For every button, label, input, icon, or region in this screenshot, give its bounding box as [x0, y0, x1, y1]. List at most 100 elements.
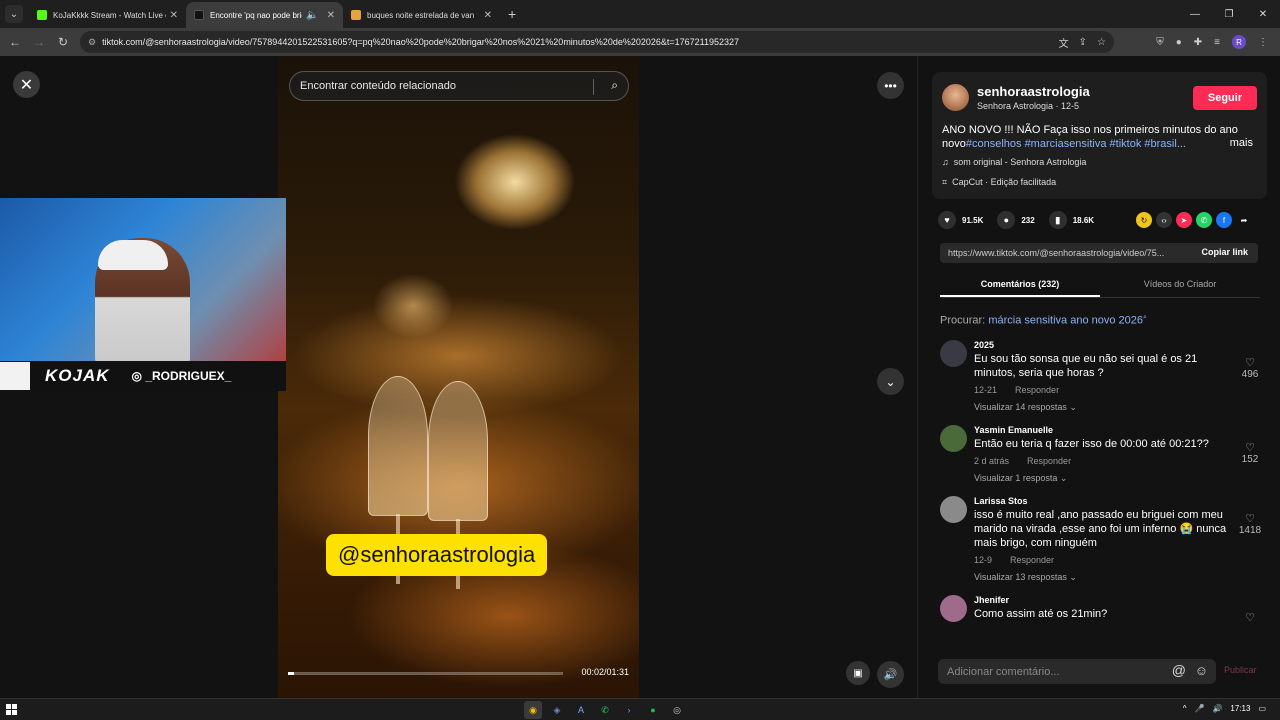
commenter-avatar[interactable]	[940, 340, 967, 367]
discord-icon[interactable]: ◈	[548, 701, 566, 719]
back-icon[interactable]: ←	[3, 35, 27, 49]
new-tab-button[interactable]: +	[508, 6, 516, 22]
follow-button[interactable]: Seguir	[1193, 86, 1257, 110]
capcut-row[interactable]: ⌗ CapCut · Edição facilitada	[942, 177, 1056, 188]
forward-icon[interactable]: →	[27, 35, 51, 49]
search-icon[interactable]: ⌕	[611, 78, 618, 93]
close-tab-icon[interactable]: ✕	[327, 10, 335, 21]
close-window-icon[interactable]: ✕	[1246, 0, 1280, 28]
more-link[interactable]: mais	[1230, 137, 1253, 149]
commenter-avatar[interactable]	[940, 425, 967, 452]
copy-link-button[interactable]: Copiar link	[1201, 247, 1248, 257]
spotify-icon[interactable]: ●	[644, 701, 662, 719]
commenter-name[interactable]: Yasmin Emanuelle	[974, 425, 1265, 435]
search-suggestion[interactable]: Procurar: márcia sensitiva ano novo 2026…	[940, 314, 1147, 327]
close-tab-icon[interactable]: ✕	[484, 10, 492, 21]
hashtags[interactable]: #conselhos #marciasensitiva #tiktok #bra…	[966, 138, 1186, 150]
shield-icon[interactable]: ⛨	[1156, 37, 1164, 48]
terminal-icon[interactable]: ›	[620, 701, 638, 719]
comment-like[interactable]: ♡ 1418	[1235, 512, 1265, 536]
tab-search-button[interactable]: ⌄	[5, 5, 23, 23]
comment-text: Eu sou tão sonsa que eu não sei qual é o…	[974, 353, 1198, 379]
share-arrow-icon[interactable]: ➦	[1236, 212, 1252, 228]
puzzle-icon[interactable]: ✚	[1194, 37, 1202, 48]
reply-button[interactable]: Responder	[1015, 385, 1059, 395]
translate-icon[interactable]: 文	[1059, 35, 1069, 50]
close-icon[interactable]: ✕	[13, 71, 40, 98]
mention-icon[interactable]: @	[1172, 662, 1186, 678]
tab-comments[interactable]: Comentários (232)	[940, 275, 1100, 297]
author-name[interactable]: senhoraastrologia	[977, 84, 1090, 99]
whatsapp-taskbar-icon[interactable]: ✆	[596, 701, 614, 719]
install-icon[interactable]: ⇪	[1079, 37, 1087, 48]
restore-icon[interactable]: ❐	[1212, 0, 1246, 28]
pip-icon[interactable]: ▣	[846, 661, 870, 685]
bookmark-star-icon[interactable]: ☆	[1097, 37, 1106, 48]
url-text: tiktok.com/@senhoraastrologia/video/7578…	[102, 37, 740, 47]
a-app-icon[interactable]: A	[572, 701, 590, 719]
whatsapp-icon[interactable]: ✆	[1196, 212, 1212, 228]
commenter-name[interactable]: Larissa Stos	[974, 496, 1265, 506]
commenter-avatar[interactable]	[940, 496, 967, 523]
reload-icon[interactable]: ↻	[51, 35, 75, 49]
comment-item: Yasmin Emanuelle Então eu teria q fazer …	[940, 425, 1265, 484]
related-search-input[interactable]: Encontrar conteúdo relacionado ⌕	[289, 71, 629, 101]
view-replies-button[interactable]: Visualizar 1 resposta ⌄	[974, 473, 1265, 484]
browser-tab-2[interactable]: buques noite estrelada de van ✕	[343, 2, 500, 28]
commenter-name[interactable]: Jhenifer	[974, 595, 1265, 605]
send-icon[interactable]: ➤	[1176, 212, 1192, 228]
tab-creator-videos[interactable]: Vídeos do Criador	[1100, 275, 1260, 297]
speaker-icon[interactable]: 🔊	[1212, 704, 1222, 713]
reply-button[interactable]: Responder	[1010, 555, 1054, 565]
publish-button[interactable]: Publicar	[1224, 665, 1257, 675]
volume-icon[interactable]: 🔊	[877, 661, 904, 688]
chevron-down-icon[interactable]: ⌄	[877, 368, 904, 395]
link-field[interactable]: https://www.tiktok.com/@senhoraastrologi…	[940, 243, 1258, 263]
chrome-icon[interactable]: ◉	[524, 701, 542, 719]
video-player[interactable]: Encontrar conteúdo relacionado ⌕ @senhor…	[278, 56, 639, 698]
like-action[interactable]: ♥ 91.5K	[938, 211, 983, 229]
close-tab-icon[interactable]: ✕	[170, 10, 178, 21]
comment-meta: 2 d atrás Responder	[974, 456, 1265, 466]
add-comment-input[interactable]: Adicionar comentário... @ ☺	[938, 659, 1216, 684]
search-small-icon: ⌕	[1143, 314, 1147, 321]
browser-tab-0[interactable]: KoJaKkkk Stream - Watch Live o ✕	[29, 2, 186, 28]
comment-like[interactable]: ♡ 496	[1235, 356, 1265, 380]
panel-tabs: Comentários (232) Vídeos do Criador	[940, 275, 1260, 298]
video-time: 00:02/01:31	[581, 667, 629, 677]
view-replies-button[interactable]: Visualizar 14 respostas ⌄	[974, 402, 1265, 413]
clock[interactable]: 17:13	[1230, 704, 1250, 713]
embed-icon[interactable]: ‹›	[1156, 212, 1172, 228]
tray-chevron-icon[interactable]: ^	[1183, 704, 1187, 713]
mic-icon[interactable]: 🎤	[1194, 704, 1204, 713]
facebook-icon[interactable]: f	[1216, 212, 1232, 228]
author-avatar[interactable]	[942, 84, 969, 111]
extension-circle-icon[interactable]: ●	[1176, 37, 1182, 48]
repost-icon[interactable]: ↻	[1136, 212, 1152, 228]
comment-like[interactable]: ♡	[1235, 611, 1265, 624]
comment-like[interactable]: ♡ 152	[1235, 441, 1265, 465]
view-replies-button[interactable]: Visualizar 13 respostas ⌄	[974, 572, 1265, 583]
commenter-avatar[interactable]	[940, 595, 967, 622]
reply-button[interactable]: Responder	[1027, 456, 1071, 466]
commenter-name[interactable]: 2025	[974, 340, 1265, 350]
windows-start-icon[interactable]	[6, 704, 17, 715]
profile-avatar[interactable]: R	[1232, 35, 1246, 49]
url-field[interactable]: ⚙ tiktok.com/@senhoraastrologia/video/75…	[80, 31, 1114, 53]
heart-icon: ♥	[938, 211, 956, 229]
tiktok-page: ✕ Encontrar conteúdo relacionado ⌕ @senh…	[0, 56, 1280, 698]
emoji-icon[interactable]: ☺	[1195, 663, 1208, 678]
minimize-icon[interactable]: —	[1178, 0, 1212, 28]
comment-action[interactable]: ● 232	[997, 211, 1035, 229]
more-options-icon[interactable]: •••	[877, 72, 904, 99]
save-action[interactable]: ▮ 18.6K	[1048, 211, 1094, 229]
music-row[interactable]: ♫ som original - Senhora Astrologia	[942, 157, 1086, 167]
audio-icon[interactable]: 🔈	[306, 10, 318, 21]
browser-tab-1[interactable]: Encontre 'pq nao pode brig 🔈 ✕	[186, 2, 343, 28]
site-info-icon[interactable]: ⚙	[88, 37, 96, 48]
media-icon[interactable]: ≡	[1214, 37, 1220, 48]
obs-icon[interactable]: ◎	[668, 701, 686, 719]
progress-bar[interactable]	[288, 672, 563, 675]
menu-dots-icon[interactable]: ⋮	[1258, 37, 1268, 48]
notification-icon[interactable]: ▭	[1258, 704, 1266, 713]
